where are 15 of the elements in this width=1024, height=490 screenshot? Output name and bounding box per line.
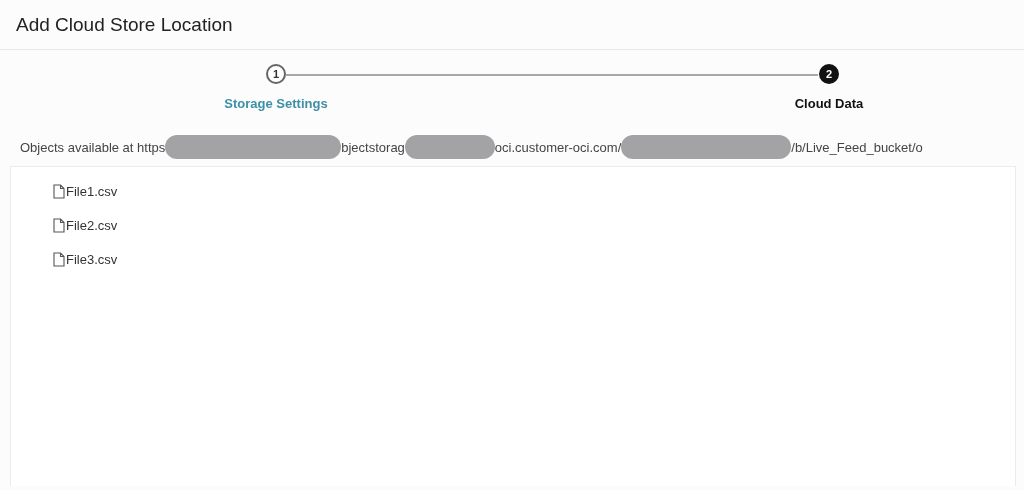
step-label[interactable]: Cloud Data	[794, 96, 864, 111]
file-name[interactable]: File1.csv	[66, 183, 118, 199]
file-icon	[53, 183, 65, 199]
file-icon	[53, 217, 65, 233]
dialog-title: Add Cloud Store Location	[16, 14, 233, 35]
step-circle[interactable]: 1	[266, 64, 286, 84]
url-text: bjectstorag	[341, 139, 405, 155]
step-label[interactable]: Storage Settings	[224, 96, 328, 111]
file-name[interactable]: File3.csv	[66, 251, 118, 267]
file-name[interactable]: File2.csv	[66, 217, 118, 233]
url-text: oci.customer-oci.com/	[494, 139, 622, 155]
url-text: /b/Live_Feed_bucket/o	[791, 139, 923, 155]
file-icon	[53, 251, 65, 267]
step-circle[interactable]: 2	[819, 64, 839, 84]
url-text: Objects available at https	[20, 139, 166, 155]
